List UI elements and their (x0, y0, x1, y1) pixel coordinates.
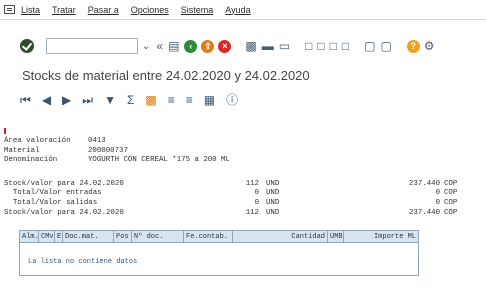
column-header-num-doc[interactable]: Nº doc. (132, 231, 184, 243)
documents-table: Alm. CMv E Doc.mat. Pos Nº doc. Fe.conta… (19, 230, 419, 276)
empty-list-message: La lista no contiene datos (28, 258, 138, 266)
report-content: Área valoración 0413 Material 200000737 … (4, 137, 474, 218)
stock-amount: 0 (435, 189, 440, 198)
sum-icon[interactable]: Σ (127, 93, 134, 107)
stock-currency: COP (444, 198, 458, 207)
header-row: Material 200000737 (4, 147, 474, 157)
menu-item-sistema[interactable]: Sistema (181, 5, 214, 15)
last-page-icon[interactable]: □ (342, 38, 349, 54)
header-label: Denominación (4, 156, 58, 165)
column-header-cantidad[interactable]: Cantidad (233, 231, 328, 243)
stock-unit: UND (266, 189, 280, 198)
new-session-icon[interactable]: ▢ (364, 38, 375, 54)
first-page-icon[interactable]: □ (305, 38, 312, 54)
stock-row: Stock/valor para 24.02.2020 112 UND 237.… (4, 209, 474, 219)
stock-amount: 237.440 (408, 208, 440, 217)
exit-icon[interactable]: ‹ (184, 39, 198, 53)
menu-icon[interactable] (4, 5, 15, 14)
stock-amount: 0 (435, 198, 440, 207)
stock-qty: 0 (254, 189, 259, 198)
find-next-icon[interactable]: ▭ (279, 38, 290, 54)
column-header-doc-mat[interactable]: Doc.mat. (63, 231, 114, 243)
close-icon[interactable]: × (218, 39, 232, 53)
sort-desc-icon[interactable]: ≡ (186, 93, 193, 107)
stock-currency: COP (444, 189, 458, 198)
column-header-cmv[interactable]: CMv (39, 231, 55, 243)
column-header-e[interactable]: E (55, 231, 63, 243)
sort-asc-icon[interactable]: ≡ (168, 93, 175, 107)
customize-icon[interactable]: ⚙ (424, 38, 435, 54)
command-field[interactable] (46, 38, 138, 54)
previous-page-icon[interactable]: □ (317, 38, 324, 54)
chevron-down-icon[interactable]: ⌄ (142, 41, 150, 52)
header-value: 200000737 (88, 146, 128, 155)
stock-amount: 237.440 (408, 179, 440, 188)
save-icon[interactable]: ▤ (168, 38, 179, 54)
menu-item-ayuda[interactable]: Ayuda (225, 5, 250, 15)
header-label: Material (4, 146, 40, 155)
table-header: Alm. CMv E Doc.mat. Pos Nº doc. Fe.conta… (20, 231, 418, 243)
page-title: Stocks de material entre 24.02.2020 y 24… (22, 68, 310, 83)
shortcut-icon[interactable]: ▢ (380, 38, 391, 54)
stock-unit: UND (266, 179, 280, 188)
application-toolbar: ⏮ ◀ ▶ ⏭ ▼ Σ ▩ ≡ ≡ ▦ ⓘ (20, 92, 249, 108)
export-icon[interactable]: ▩ (145, 93, 156, 107)
header-row: Denominación YOGURTH CON CEREAL *175 a 2… (4, 156, 474, 166)
column-header-fe-contab[interactable]: Fe.contab. (184, 231, 233, 243)
menu-item-pasar-a[interactable]: Pasar a (88, 5, 119, 15)
menu-item-opciones[interactable]: Opciones (131, 5, 169, 15)
stock-unit: UND (266, 208, 280, 217)
stock-qty: 0 (254, 198, 259, 207)
stock-label: Stock/valor para 24.02.2020 (4, 179, 124, 188)
stock-qty: 112 (245, 208, 259, 217)
next-icon[interactable]: ▶ (62, 93, 71, 107)
back-icon[interactable]: « (156, 38, 163, 54)
stock-row: Stock/valor para 24.02.2020 112 UND 237.… (4, 180, 474, 190)
cursor-marker (4, 128, 6, 134)
column-header-importe-ml[interactable]: Importe ML (344, 231, 418, 243)
find-icon[interactable]: ▬ (262, 38, 274, 54)
print-icon[interactable]: ▩ (245, 38, 256, 54)
stock-qty: 112 (245, 179, 259, 188)
last-icon[interactable]: ⏭ (82, 93, 93, 107)
menu-bar: Lista Tratar Pasar a Opciones Sistema Ay… (0, 0, 486, 20)
first-icon[interactable]: ⏮ (20, 93, 31, 107)
stock-currency: COP (444, 208, 458, 217)
header-label: Área valoración (4, 137, 71, 145)
header-value: YOGURTH CON CEREAL *175 a 200 ML (88, 156, 230, 165)
stock-label: Total/Valor entradas (4, 189, 102, 198)
stock-unit: UND (266, 198, 280, 207)
next-page-icon[interactable]: □ (330, 38, 337, 54)
stock-currency: COP (444, 179, 458, 188)
enter-button[interactable] (20, 39, 34, 53)
standard-toolbar: ⌄ « ▤ ‹ ⇧ × ▩ ▬ ▭ □ □ □ □ ▢ ▢ ? ⚙ (0, 35, 486, 57)
stock-label: Stock/valor para 24.02.2020 (4, 208, 124, 217)
layout-icon[interactable]: ▦ (204, 93, 215, 107)
filter-icon[interactable]: ▼ (104, 93, 116, 107)
menu-item-lista[interactable]: Lista (21, 5, 40, 15)
header-value: 0413 (88, 137, 106, 145)
help-icon[interactable]: ? (406, 39, 420, 53)
cancel-icon[interactable]: ⇧ (201, 39, 215, 53)
stock-label: Total/Valor salidas (4, 198, 98, 207)
info-icon[interactable]: ⓘ (226, 93, 238, 107)
header-row: Área valoración 0413 (4, 137, 474, 147)
stock-row: Total/Valor entradas 0 UND 0 COP (4, 189, 474, 199)
previous-icon[interactable]: ◀ (42, 93, 51, 107)
column-header-alm[interactable]: Alm. (20, 231, 39, 243)
stock-row: Total/Valor salidas 0 UND 0 COP (4, 199, 474, 209)
column-header-pos[interactable]: Pos (114, 231, 132, 243)
column-header-umb[interactable]: UMB (328, 231, 344, 243)
menu-item-tratar[interactable]: Tratar (52, 5, 76, 15)
